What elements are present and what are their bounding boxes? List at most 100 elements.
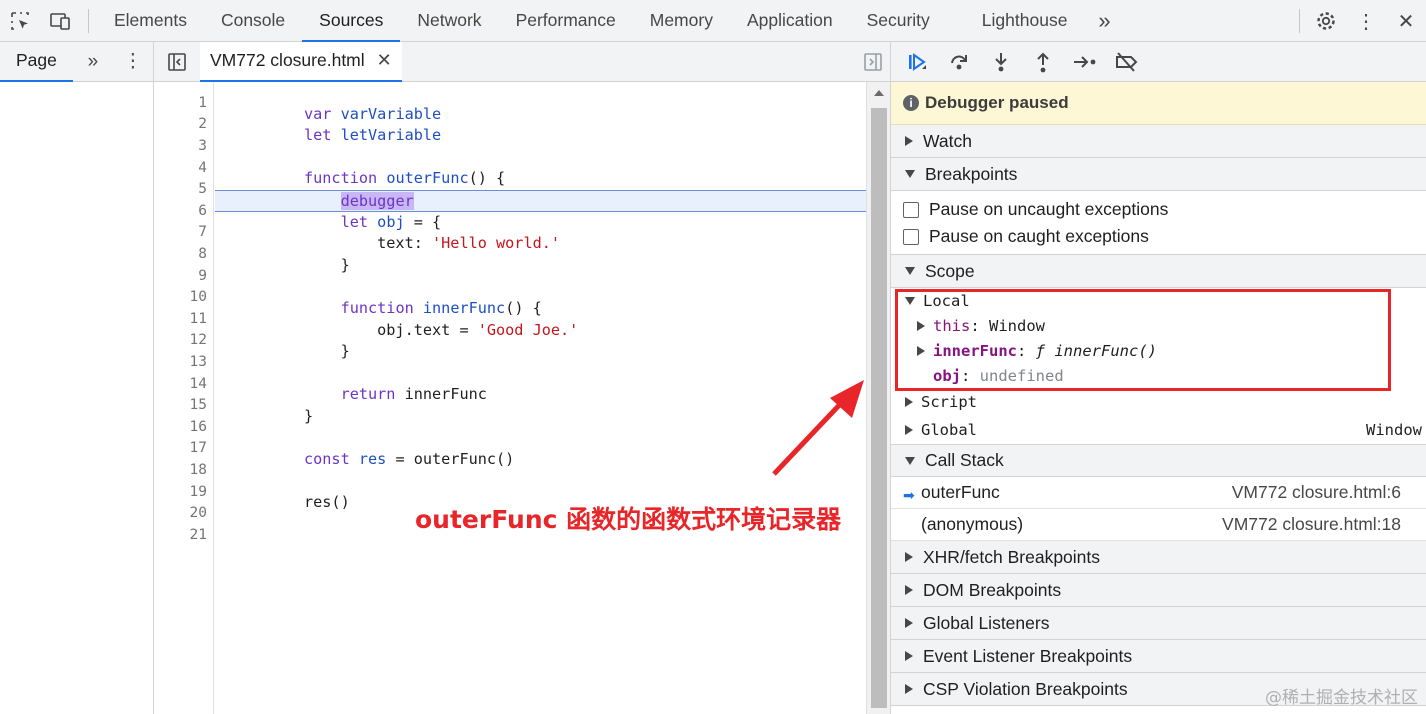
pause-uncaught-checkbox[interactable] (903, 201, 919, 218)
line-number[interactable]: 19 (190, 482, 207, 504)
paused-code-line: debugger (215, 190, 866, 212)
scope-global[interactable]: Global Window (891, 416, 1426, 444)
section-call-stack[interactable]: Call Stack (891, 444, 1426, 477)
section-watch[interactable]: Watch (891, 125, 1426, 158)
tab-sources[interactable]: Sources (302, 0, 401, 42)
call-frame-location[interactable]: VM772 closure.html:18 (1222, 514, 1401, 535)
line-number[interactable]: 6 (198, 201, 207, 223)
code-line: obj.text = 'Good Joe.' (304, 320, 579, 339)
resume-icon[interactable] (903, 48, 931, 76)
section-event-listener-breakpoints[interactable]: Event Listener Breakpoints (891, 640, 1426, 673)
line-number-gutter[interactable]: 1 2 3 4 5 6 7 8 9 10 11 12 13 14 15 16 17 18 19 20 21 (154, 82, 214, 714)
line-number[interactable]: 5 (198, 179, 207, 201)
expand-icon (905, 397, 913, 407)
call-frame[interactable]: ➡ outerFunc VM772 closure.html:6 (891, 477, 1426, 509)
more-tabs-icon[interactable]: » (1084, 0, 1124, 42)
editor-tab-bar: VM772 closure.html ✕ (154, 41, 890, 82)
paused-label: Debugger paused (925, 93, 1069, 112)
code-line: var varVariable (304, 104, 442, 123)
line-number[interactable]: 20 (190, 503, 207, 525)
section-scope[interactable]: Scope (891, 255, 1426, 288)
expand-icon (905, 136, 913, 146)
line-number[interactable]: 2 (198, 114, 207, 136)
line-number[interactable]: 8 (198, 244, 207, 266)
line-number[interactable]: 21 (190, 525, 207, 547)
section-title: DOM Breakpoints (923, 579, 1062, 600)
toggle-debugger-icon[interactable] (862, 42, 884, 82)
tab-application[interactable]: Application (730, 0, 850, 42)
section-xhr-breakpoints[interactable]: XHR/fetch Breakpoints (891, 541, 1426, 574)
section-title: XHR/fetch Breakpoints (923, 546, 1101, 567)
tab-elements[interactable]: Elements (97, 0, 204, 42)
section-title: Call Stack (925, 450, 1004, 470)
line-number[interactable]: 14 (190, 374, 207, 396)
expand-icon (905, 651, 913, 661)
line-number[interactable]: 12 (190, 330, 207, 352)
settings-icon[interactable] (1306, 0, 1346, 42)
device-toggle-icon[interactable] (40, 0, 80, 42)
file-tab[interactable]: VM772 closure.html ✕ (200, 41, 402, 82)
debugger-paused-banner: i Debugger paused (891, 82, 1426, 125)
toggle-navigator-icon[interactable] (154, 42, 200, 82)
scope-global-label: Global (921, 421, 977, 439)
line-number[interactable]: 16 (190, 417, 207, 439)
tab-memory[interactable]: Memory (633, 0, 730, 42)
scope-script[interactable]: Script (891, 388, 1426, 416)
call-frame-name: (anonymous) (921, 514, 1024, 534)
section-title: CSP Violation Breakpoints (923, 678, 1128, 699)
section-breakpoints[interactable]: Breakpoints (891, 158, 1426, 191)
debugger-toolbar (891, 42, 1426, 82)
line-number[interactable]: 13 (190, 352, 207, 374)
inspect-icon[interactable] (0, 0, 40, 42)
section-title: Watch (923, 130, 972, 151)
collapse-icon (905, 456, 915, 465)
pause-caught-option[interactable]: Pause on caught exceptions (891, 223, 1426, 250)
tab-lighthouse[interactable]: Lighthouse (947, 0, 1085, 42)
more-tabs-icon[interactable]: » (73, 42, 113, 82)
toolbar-divider (1299, 9, 1300, 33)
call-frame[interactable]: (anonymous) VM772 closure.html:18 (891, 509, 1426, 541)
collapse-icon (905, 170, 915, 178)
line-number[interactable]: 4 (198, 158, 207, 180)
scroll-up-icon[interactable] (874, 90, 884, 96)
call-frame-location[interactable]: VM772 closure.html:6 (1232, 482, 1401, 503)
tab-page[interactable]: Page (0, 42, 73, 82)
toolbar-divider (88, 8, 89, 33)
line-number[interactable]: 18 (190, 460, 207, 482)
kebab-menu-icon[interactable]: ⋮ (1346, 0, 1386, 42)
debugger-sidebar: i Debugger paused Watch Breakpoints Paus… (890, 42, 1426, 714)
expand-icon (905, 618, 913, 628)
line-number[interactable]: 15 (190, 395, 207, 417)
scrollbar-thumb[interactable] (871, 108, 887, 708)
line-number[interactable]: 9 (198, 266, 207, 288)
line-number[interactable]: 1 (198, 93, 207, 115)
deactivate-breakpoints-icon[interactable] (1113, 48, 1141, 76)
kebab-menu-icon[interactable]: ⋮ (113, 42, 153, 82)
code-line: let letVariable (304, 126, 442, 145)
line-number[interactable]: 11 (190, 309, 207, 331)
info-icon: i (903, 95, 919, 111)
step-out-icon[interactable] (1029, 48, 1057, 76)
code-line: } (304, 342, 350, 361)
close-icon[interactable]: ✕ (377, 50, 392, 71)
line-number[interactable]: 17 (190, 438, 207, 460)
tab-console[interactable]: Console (204, 0, 302, 42)
tab-performance[interactable]: Performance (499, 0, 633, 42)
pause-caught-checkbox[interactable] (903, 228, 919, 245)
step-icon[interactable] (1071, 48, 1099, 76)
line-number[interactable]: 7 (198, 222, 207, 244)
watermark: @稀土掘金技术社区 (1265, 688, 1418, 708)
pause-uncaught-label: Pause on uncaught exceptions (929, 199, 1169, 219)
tab-network[interactable]: Network (400, 0, 498, 42)
section-dom-breakpoints[interactable]: DOM Breakpoints (891, 574, 1426, 607)
code-line: text: 'Hello world.' (304, 234, 561, 253)
tab-security[interactable]: Security (850, 0, 947, 42)
pause-uncaught-option[interactable]: Pause on uncaught exceptions (891, 196, 1426, 223)
step-over-icon[interactable] (945, 48, 973, 76)
section-global-listeners[interactable]: Global Listeners (891, 607, 1426, 640)
scope-global-value: Window (1366, 421, 1422, 439)
line-number[interactable]: 10 (190, 287, 207, 309)
line-number[interactable]: 3 (198, 136, 207, 158)
close-icon[interactable]: ✕ (1386, 0, 1426, 42)
step-into-icon[interactable] (987, 48, 1015, 76)
